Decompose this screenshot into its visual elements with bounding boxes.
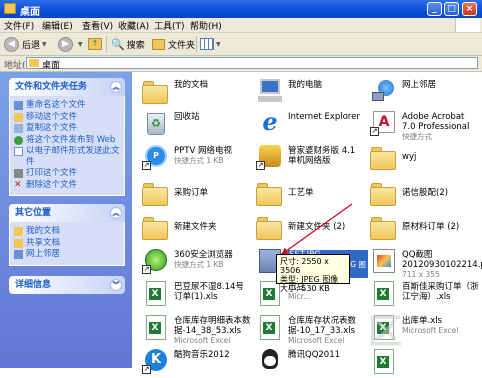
address-value: 桌面: [42, 61, 61, 71]
panel-body: 重命名这个文件 移动这个文件 复制这个文件 将这个文件发布到 Web 以电子邮件…: [9, 96, 125, 196]
panel-title: 其它位置: [15, 208, 52, 218]
menu-favorites[interactable]: 收藏(A): [118, 19, 149, 32]
dropdown-arrow-icon: ▼: [78, 40, 83, 48]
tooltip-size: 大小: 530 KB: [280, 284, 330, 293]
menu-file[interactable]: 文件(F): [4, 19, 34, 32]
views-button[interactable]: ▼: [200, 35, 221, 53]
delete-x-icon: ✕: [14, 179, 22, 190]
search-label: 搜索: [126, 40, 145, 51]
menu-view[interactable]: 查看(V): [82, 19, 113, 32]
title-bar[interactable]: 桌面 _ □ ×: [0, 0, 482, 18]
place-shared-documents[interactable]: 共享文档: [14, 238, 120, 249]
panel-title: 文件和文件夹任务: [15, 82, 88, 92]
desktop-folder-icon: [4, 3, 16, 14]
menu-help[interactable]: 帮助(H): [190, 19, 222, 32]
place-network[interactable]: 网上邻居: [14, 249, 120, 260]
task-label: 复制这个文件: [26, 123, 78, 133]
task-copy[interactable]: 复制这个文件: [14, 123, 120, 134]
other-places-panel: 其它位置 ︽ 我的文档 共享文档 网上邻居: [9, 204, 125, 266]
task-pane: 文件和文件夹任务 ︽ 重命名这个文件 移动这个文件 复制这个文件 将这个文件发布…: [0, 72, 132, 368]
email-icon: [14, 147, 23, 156]
details-panel: 详细信息 ︾: [9, 276, 125, 294]
toolbar-separator: [196, 36, 197, 52]
window-title: 桌面: [20, 7, 40, 18]
task-label: 共享文档: [26, 237, 61, 248]
menu-edit[interactable]: 编辑(E): [42, 19, 73, 32]
task-rename[interactable]: 重命名这个文件: [14, 100, 120, 111]
task-delete[interactable]: ✕ 删除这个文件: [14, 180, 120, 191]
move-icon: [14, 112, 23, 122]
address-bar: 地址(D) 桌面: [0, 56, 482, 72]
web-publish-icon: [14, 135, 23, 145]
my-documents-icon: [14, 227, 23, 236]
task-label: 网上邻居: [26, 249, 61, 259]
task-email[interactable]: 以电子邮件形式发送此文件: [14, 146, 120, 167]
file-info-tooltip: 尺寸: 2550 x 3506 类型: JPEG 图像 大小: 530 KB: [276, 254, 350, 293]
panel-title: 详细信息: [15, 280, 52, 290]
task-label: 删除这个文件: [26, 179, 78, 190]
windows-logo-icon: [455, 18, 480, 32]
expand-chevron-icon[interactable]: ︾: [110, 279, 122, 291]
panel-header[interactable]: 文件和文件夹任务 ︽: [9, 78, 125, 96]
forward-arrow-icon: ▶: [58, 36, 73, 52]
printer-icon: [14, 169, 23, 178]
minimize-button[interactable]: _: [427, 2, 442, 16]
maximize-button[interactable]: □: [444, 2, 459, 16]
panel-body: 我的文档 共享文档 网上邻居: [9, 222, 125, 266]
shared-documents-icon: [14, 238, 23, 248]
desktop-folder-icon: [29, 59, 39, 67]
close-button[interactable]: ×: [462, 2, 477, 16]
menu-tools[interactable]: 工具(T): [154, 19, 185, 32]
panel-header[interactable]: 其它位置 ︽: [9, 204, 125, 222]
task-label: 移动这个文件: [26, 111, 78, 122]
folders-icon: [152, 38, 165, 50]
task-label: 打印这个文件: [26, 168, 78, 178]
dropdown-arrow-icon: ▼: [42, 40, 47, 48]
task-publish-web[interactable]: 将这个文件发布到 Web: [14, 135, 120, 146]
copy-icon: [14, 124, 23, 133]
task-move[interactable]: 移动这个文件: [14, 112, 120, 123]
rename-icon: [14, 101, 23, 110]
panel-header[interactable]: 详细信息 ︾: [9, 276, 125, 294]
task-print[interactable]: 打印这个文件: [14, 168, 120, 179]
place-my-documents[interactable]: 我的文档: [14, 226, 120, 237]
search-icon: 🔍: [111, 37, 125, 51]
collapse-chevron-icon[interactable]: ︽: [110, 207, 122, 219]
task-label: 我的文档: [26, 226, 61, 236]
forward-button[interactable]: ▶ ▼: [58, 35, 83, 53]
task-label: 重命名这个文件: [26, 100, 86, 110]
file-tasks-panel: 文件和文件夹任务 ︽ 重命名这个文件 移动这个文件 复制这个文件 将这个文件发布…: [9, 78, 125, 196]
folders-button[interactable]: 文件夹: [152, 35, 195, 53]
views-icon: [200, 38, 214, 50]
back-label: 后退: [22, 40, 41, 51]
toolbar-separator: [106, 36, 107, 52]
tooltip-dimensions: 尺寸: 2550 x 3506: [280, 257, 329, 275]
dropdown-arrow-icon: ▼: [216, 40, 221, 48]
collapse-chevron-icon[interactable]: ︽: [110, 81, 122, 93]
search-button[interactable]: 🔍 搜索: [111, 35, 145, 53]
menu-bar: 文件(F) 编辑(E) 查看(V) 收藏(A) 工具(T) 帮助(H): [0, 18, 482, 33]
toolbar: ◀ 后退 ▼ ▶ ▼ ↑ 🔍 搜索 文件夹 ▼: [0, 33, 482, 56]
watermark-logo: 区: [368, 312, 402, 352]
tooltip-type: 类型: JPEG 图像: [280, 275, 339, 284]
back-arrow-icon: ◀: [4, 36, 19, 52]
up-folder-button[interactable]: ↑: [88, 35, 102, 53]
task-label: 以电子邮件形式发送此文件: [26, 146, 120, 167]
up-folder-icon: ↑: [88, 38, 102, 50]
network-places-icon: [14, 250, 23, 259]
address-field[interactable]: 桌面: [26, 57, 478, 71]
folders-label: 文件夹: [168, 40, 196, 51]
task-label: 将这个文件发布到 Web: [26, 134, 116, 145]
back-button[interactable]: ◀ 后退 ▼: [4, 35, 47, 53]
